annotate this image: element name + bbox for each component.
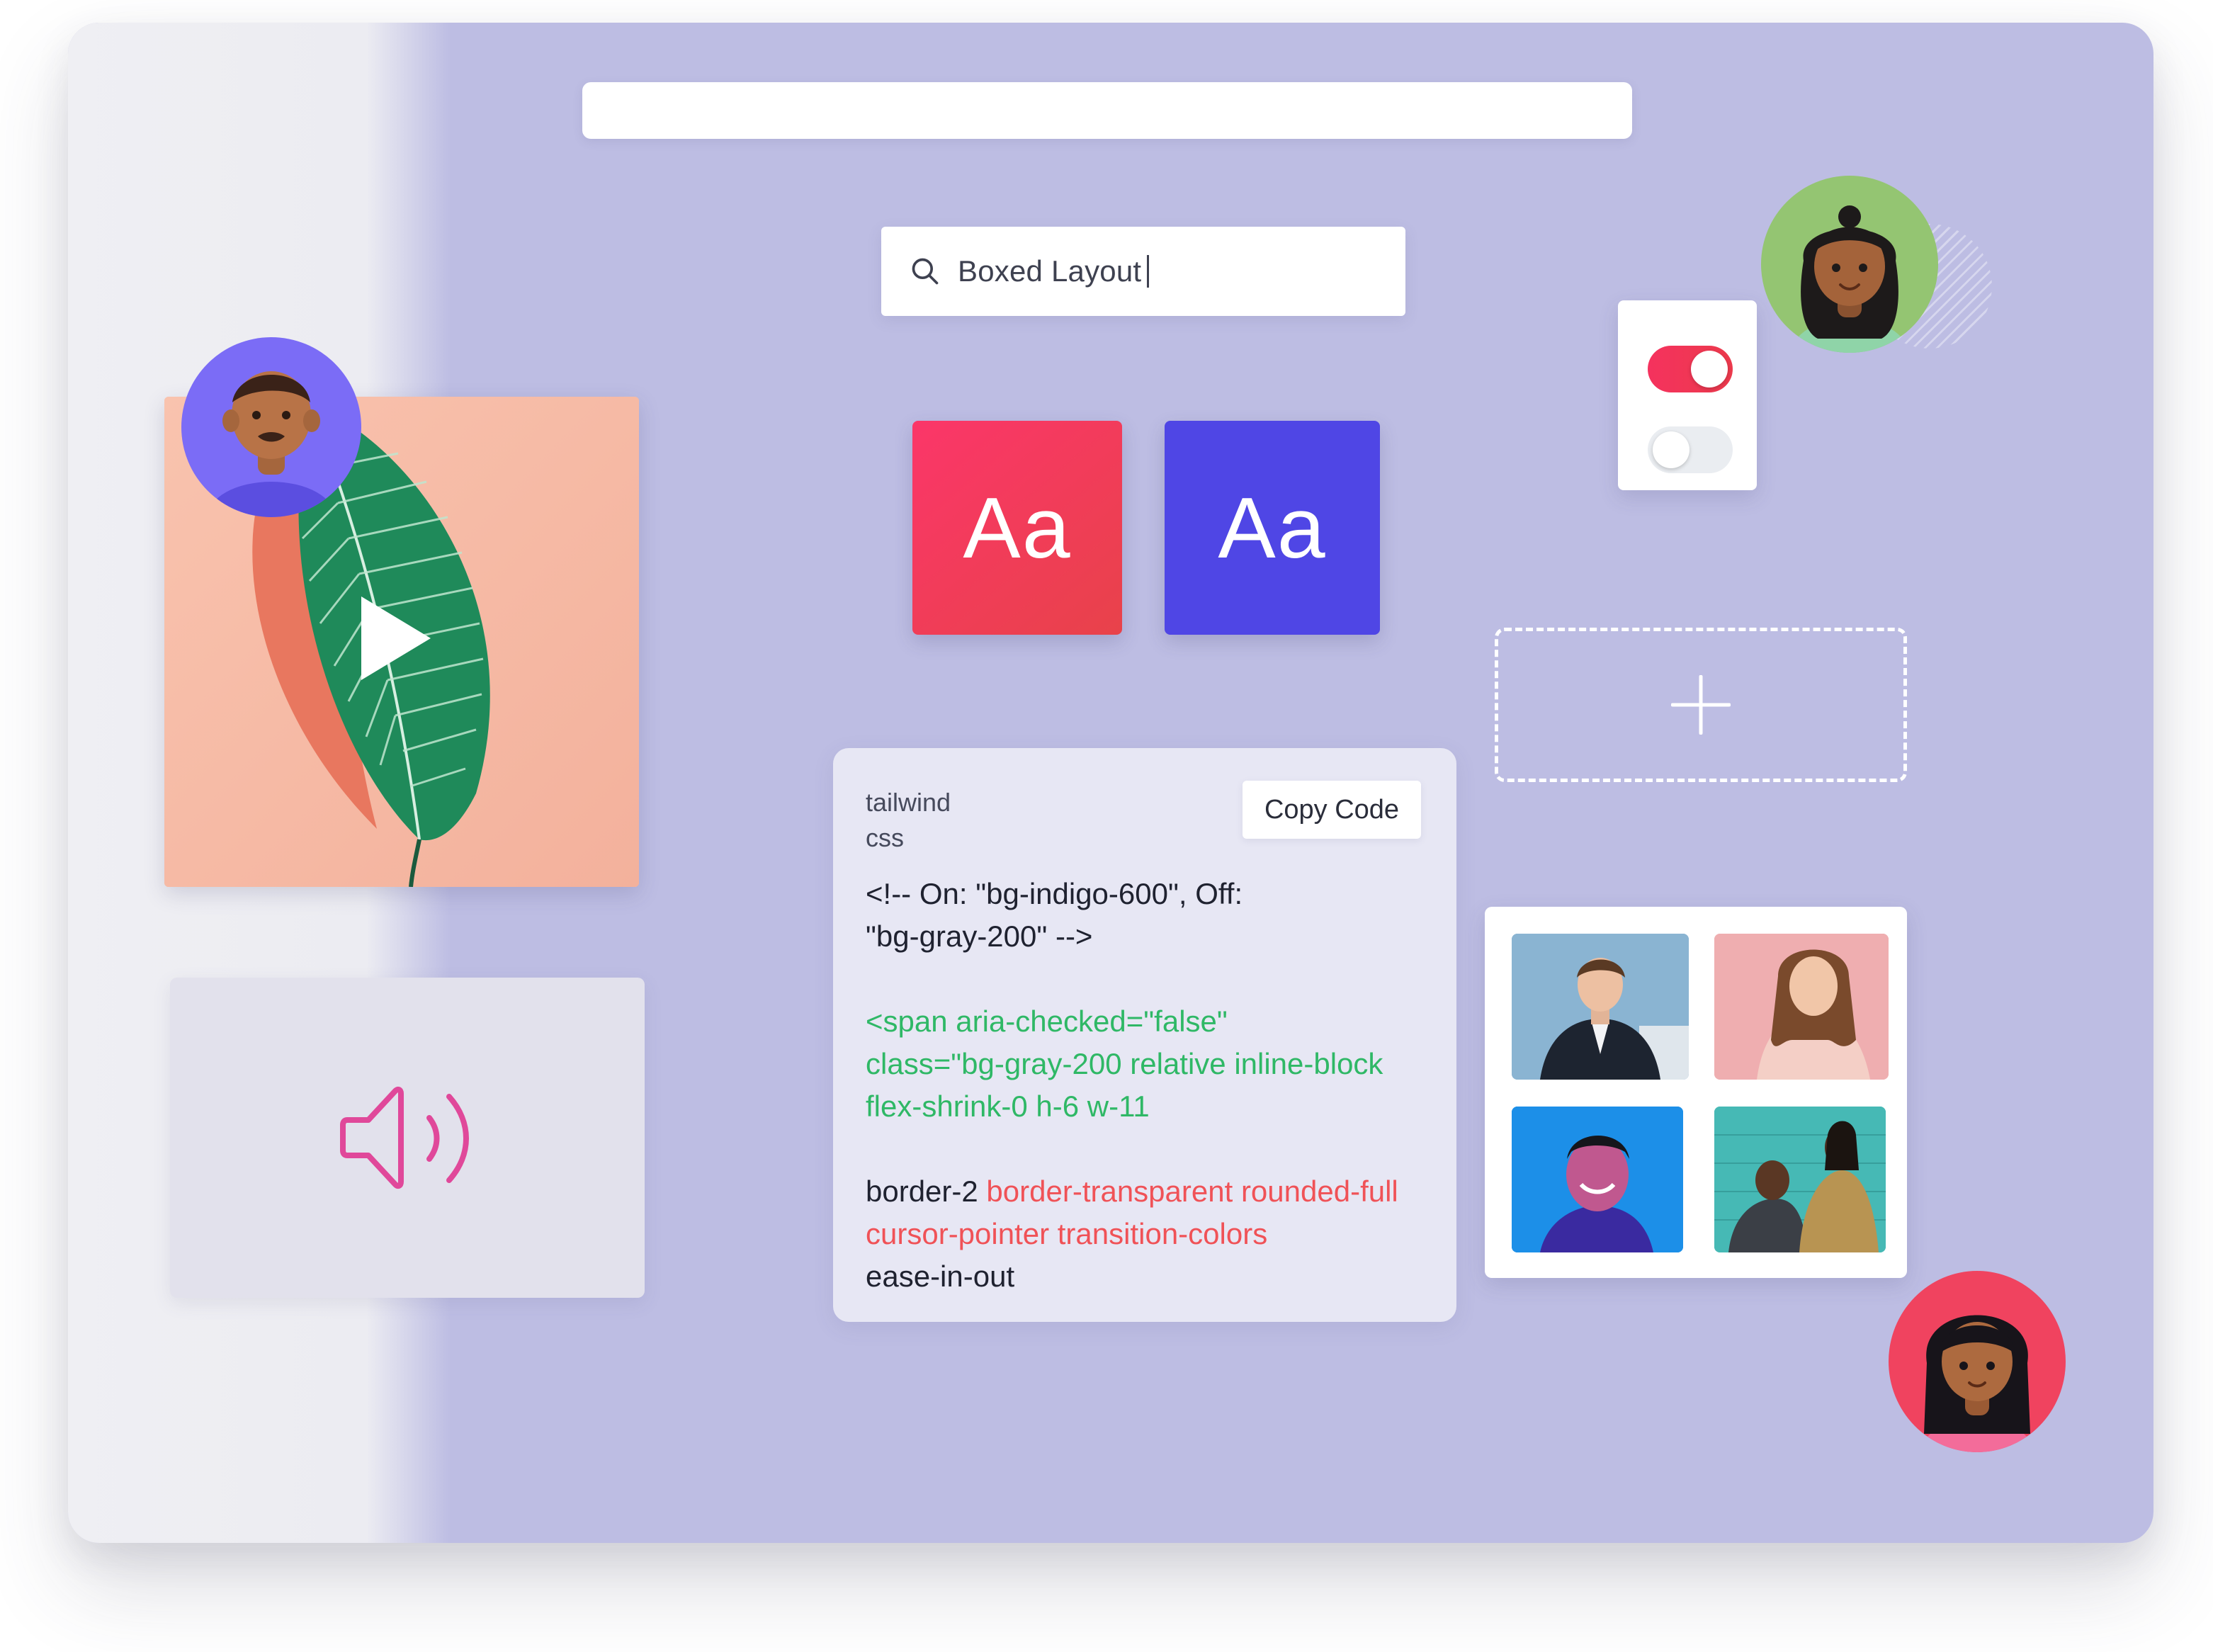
code-line: ease-in-out [866, 1260, 1015, 1293]
toggle-panel [1618, 300, 1757, 490]
address-bar[interactable] [582, 82, 1632, 139]
avatar[interactable] [181, 337, 361, 517]
speaker-icon[interactable] [340, 1081, 475, 1194]
toggle-knob [1691, 351, 1728, 387]
avatar[interactable] [1761, 176, 1938, 353]
gallery-photo[interactable] [1714, 1107, 1886, 1252]
toggle-knob [1653, 431, 1690, 468]
gallery-photo[interactable] [1512, 934, 1689, 1080]
code-line: flex-shrink-0 h-6 w-11 [866, 1090, 1150, 1123]
plus-icon[interactable] [1671, 675, 1731, 735]
copy-code-button[interactable]: Copy Code [1243, 781, 1421, 839]
code-line: <!-- On: "bg-indigo-600", Off: [866, 877, 1243, 910]
play-icon[interactable] [357, 592, 435, 684]
toggle-switch-off[interactable] [1648, 426, 1733, 473]
code-token: border-transparent rounded-full [986, 1175, 1398, 1208]
gallery-photo-image [1714, 934, 1889, 1080]
code-line: <span aria-checked="false" [866, 1005, 1228, 1038]
avatar-illustration [1792, 205, 1908, 353]
code-snippet-card: tailwind css Copy Code <!-- On: "bg-indi… [833, 748, 1456, 1322]
gallery-photo-image [1512, 1107, 1683, 1252]
audio-player[interactable] [170, 978, 645, 1298]
search-query: Boxed Layout [958, 254, 1142, 288]
code-language-line: css [866, 823, 904, 852]
avatar[interactable] [1889, 1271, 2066, 1452]
avatar-illustration [1920, 1315, 2034, 1452]
code-line: class="bg-gray-200 relative inline-block [866, 1047, 1383, 1080]
search-icon [912, 258, 939, 285]
avatar-illustration [208, 371, 335, 517]
gallery-photo-image [1512, 934, 1689, 1080]
toggle-switch-on[interactable] [1648, 346, 1733, 392]
code-line: cursor-pointer transition-colors [866, 1217, 1268, 1250]
gallery-photo-image [1714, 1107, 1886, 1252]
add-block-dropzone[interactable] [1495, 628, 1907, 782]
gallery-photo[interactable] [1714, 934, 1889, 1080]
photo-gallery [1485, 907, 1907, 1278]
search-input[interactable]: Boxed Layout [881, 227, 1405, 316]
code-line: border-2 border-transparent rounded-full [866, 1170, 1425, 1213]
text-cursor [1147, 255, 1150, 288]
code-block: <!-- On: "bg-indigo-600", Off: "bg-gray-… [866, 873, 1425, 1298]
font-swatch-red[interactable]: Aa [912, 421, 1122, 635]
code-line: "bg-gray-200" --> [866, 920, 1093, 953]
gallery-photo[interactable] [1512, 1107, 1683, 1252]
font-swatch-indigo[interactable]: Aa [1165, 421, 1380, 635]
code-language-line: tailwind [866, 788, 951, 817]
code-token: border-2 [866, 1175, 987, 1208]
code-language-label: tailwind css [866, 785, 1007, 856]
